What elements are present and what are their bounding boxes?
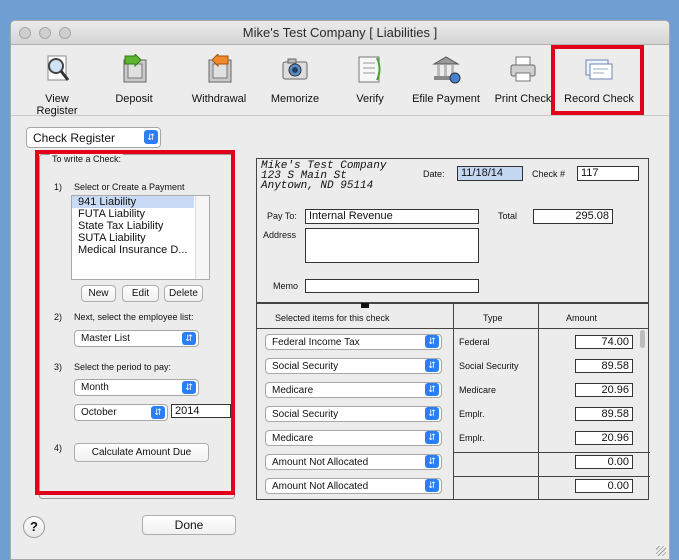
check-number-field[interactable]: 117 (577, 166, 639, 181)
withdrawal-safe-icon (204, 52, 234, 84)
item-select[interactable]: Social Security ⇵ (265, 406, 442, 422)
deposit-button[interactable]: Deposit (104, 52, 164, 105)
column-divider (538, 304, 539, 499)
amount-field[interactable]: 0.00 (575, 479, 633, 493)
bank-icon (431, 54, 461, 84)
total-field: 295.08 (533, 209, 613, 224)
item-select[interactable]: Amount Not Allocated ⇵ (265, 454, 442, 470)
view-register-button[interactable]: View Register (24, 54, 90, 117)
view-register-label: View Register (36, 93, 78, 117)
address-field[interactable] (305, 228, 479, 263)
date-field[interactable]: 11/18/14 (457, 166, 523, 181)
amount-field[interactable]: 89.58 (575, 407, 633, 421)
amount-field[interactable]: 74.00 (575, 335, 633, 349)
chevron-updown-icon: ⇵ (425, 335, 439, 348)
chevron-updown-icon: ⇵ (144, 130, 158, 144)
chevron-updown-icon: ⇵ (425, 359, 439, 372)
memorize-label: Memorize (270, 93, 320, 105)
withdrawal-button[interactable]: Withdrawal (186, 52, 252, 105)
check-panel: Mike's Test Company 123 S Main St Anytow… (256, 158, 649, 303)
memo-field[interactable] (305, 279, 479, 293)
item-select-value: Amount Not Allocated (272, 481, 369, 492)
amount-field[interactable]: 89.58 (575, 359, 633, 373)
done-button[interactable]: Done (142, 515, 236, 535)
row-divider (453, 452, 650, 453)
verify-button[interactable]: Verify (345, 54, 395, 105)
company-address: Mike's Test Company 123 S Main St Anytow… (261, 161, 386, 192)
print-check-label: Print Check (494, 93, 552, 105)
payto-label: Pay To: (267, 211, 297, 221)
item-select[interactable]: Amount Not Allocated ⇵ (265, 478, 442, 494)
amount-field[interactable]: 0.00 (575, 455, 633, 469)
item-type: Emplr. (459, 409, 485, 419)
printer-icon (508, 54, 538, 84)
camera-icon (280, 54, 310, 84)
check-number-label: Check # (532, 169, 566, 179)
item-type: Social Security (459, 361, 519, 371)
amount-column-header: Amount (566, 313, 598, 323)
item-select[interactable]: Medicare ⇵ (265, 430, 442, 446)
item-type: Emplr. (459, 433, 485, 443)
title-bar: Mike's Test Company [ Liabilities ] (11, 21, 669, 45)
item-select-value: Federal Income Tax (272, 337, 360, 348)
efile-payment-button[interactable]: Efile Payment (409, 54, 483, 105)
total-label: Total (498, 211, 518, 221)
company-city: Anytown, ND 95114 (261, 180, 374, 192)
withdrawal-label: Withdrawal (191, 93, 247, 105)
item-type: Federal (459, 337, 490, 347)
item-select[interactable]: Federal Income Tax ⇵ (265, 334, 442, 350)
chevron-updown-icon: ⇵ (425, 383, 439, 396)
date-label: Date: (423, 169, 445, 179)
efile-payment-label: Efile Payment (412, 93, 480, 105)
help-button[interactable]: ? (23, 516, 45, 538)
item-select-value: Medicare (272, 433, 314, 444)
item-select[interactable]: Social Security ⇵ (265, 358, 442, 374)
amount-field[interactable]: 20.96 (575, 383, 633, 397)
item-select-value: Amount Not Allocated (272, 457, 369, 468)
column-divider (453, 304, 454, 499)
item-select-value: Social Security (272, 409, 339, 420)
item-type: Medicare (459, 385, 497, 395)
item-select[interactable]: Medicare ⇵ (265, 382, 442, 398)
magnifier-icon (42, 54, 72, 84)
items-column-header: Selected items for this check (275, 313, 390, 323)
item-select-value: Social Security (272, 361, 339, 372)
address-label: Address (263, 230, 297, 240)
verify-label: Verify (356, 93, 384, 105)
row-divider (453, 476, 650, 477)
items-table: Selected items for this check Type Amoun… (256, 303, 650, 500)
amount-field[interactable]: 20.96 (575, 431, 633, 445)
type-column-header: Type (483, 313, 503, 323)
payto-field[interactable]: Internal Revenue (305, 209, 479, 224)
memorize-button[interactable]: Memorize (265, 54, 325, 105)
deposit-safe-icon (119, 52, 149, 84)
verify-ledger-icon (355, 54, 385, 84)
chevron-updown-icon: ⇵ (425, 407, 439, 420)
window-title: Mike's Test Company [ Liabilities ] (242, 25, 438, 40)
table-scrollbar-thumb[interactable] (640, 330, 645, 348)
register-select-value: Check Register (33, 131, 116, 145)
item-select-value: Medicare (272, 385, 314, 396)
resize-grip-icon[interactable] (656, 546, 666, 556)
chevron-updown-icon: ⇵ (425, 431, 439, 444)
chevron-updown-icon: ⇵ (425, 455, 439, 468)
register-select[interactable]: Check Register ⇵ (26, 127, 161, 148)
print-check-button[interactable]: Print Check (489, 54, 557, 105)
record-check-highlight-box (551, 45, 644, 115)
deposit-label: Deposit (115, 93, 153, 105)
memo-label: Memo (273, 281, 299, 291)
write-check-highlight-box (35, 150, 235, 495)
chevron-updown-icon: ⇵ (425, 479, 439, 492)
